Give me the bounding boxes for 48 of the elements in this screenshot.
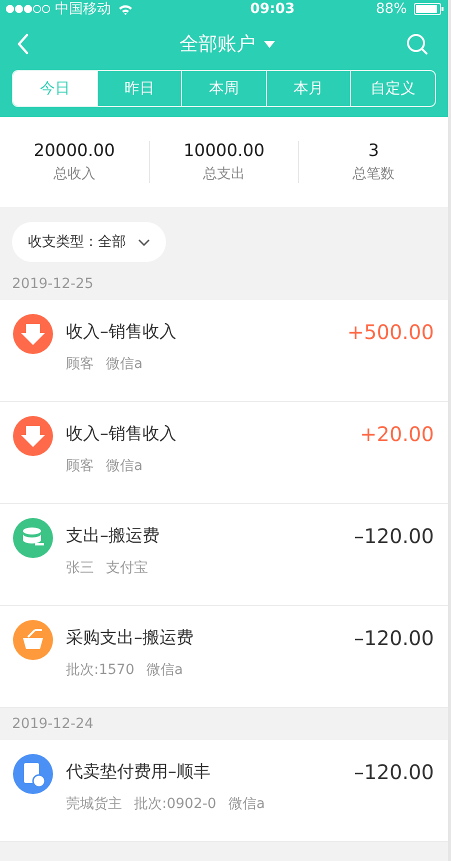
type-filter[interactable]: 收支类型：全部 xyxy=(12,222,166,262)
clock-time: 09:03 xyxy=(249,1,295,17)
transaction-title: 采购支出–搬运费 xyxy=(66,627,194,649)
transaction-detail: 微信a xyxy=(228,795,265,813)
transaction-item[interactable]: 收入–销售收入 顾客 微信a +500.00 xyxy=(0,300,448,402)
basket-icon xyxy=(13,620,53,660)
transaction-detail: 微信a xyxy=(146,661,183,679)
transaction-title: 收入–销售收入 xyxy=(66,423,178,445)
stat-label: 总笔数 xyxy=(352,165,395,183)
transaction-amount: –120.00 xyxy=(354,759,434,784)
stat-label: 总收入 xyxy=(53,165,96,183)
search-icon[interactable] xyxy=(406,33,428,55)
date-header: 2019-12-24 xyxy=(12,716,94,732)
battery-icon xyxy=(414,3,444,15)
date-header: 2019-12-25 xyxy=(12,276,94,292)
transaction-item[interactable]: 收入–销售收入 顾客 微信a +20.00 xyxy=(0,402,448,504)
transaction-detail: 微信a xyxy=(106,457,143,475)
transaction-detail: 莞城货主 xyxy=(66,795,122,813)
stat-value: 3 xyxy=(368,141,380,161)
back-icon[interactable] xyxy=(16,33,30,55)
transaction-item[interactable]: 支出–搬运费 张三 支付宝 –120.00 xyxy=(0,504,448,606)
transaction-detail: 批次:1570 xyxy=(66,661,134,679)
transaction-amount: –120.00 xyxy=(354,523,434,548)
coin-stack-icon xyxy=(13,518,53,558)
transaction-detail: 张三 xyxy=(66,559,94,577)
chevron-down-icon xyxy=(138,238,150,246)
transaction-item[interactable]: 采购支出–搬运费 批次:1570 微信a –120.00 xyxy=(0,606,448,708)
carrier-name: 中国移动 xyxy=(55,0,111,18)
transaction-amount: –120.00 xyxy=(354,625,434,650)
stat-value: 20000.00 xyxy=(34,141,115,161)
transaction-detail: 支付宝 xyxy=(106,559,148,577)
transaction-detail: 顾客 xyxy=(66,355,94,373)
receipt-icon xyxy=(13,754,53,794)
transaction-title: 收入–销售收入 xyxy=(66,321,178,343)
stat-value: 10000.00 xyxy=(183,141,265,161)
battery-percent: 88% xyxy=(376,1,407,17)
wifi-icon xyxy=(118,4,133,14)
transaction-amount: +500.00 xyxy=(347,319,434,344)
transaction-title: 支出–搬运费 xyxy=(66,525,160,547)
signal-icon xyxy=(6,4,50,14)
transaction-detail: 微信a xyxy=(106,355,143,373)
transaction-detail: 顾客 xyxy=(66,457,94,475)
transaction-amount: +20.00 xyxy=(360,421,434,446)
transaction-title: 代卖垫付费用–顺丰 xyxy=(66,761,212,783)
stat-label: 总支出 xyxy=(203,165,245,183)
transaction-item[interactable]: 代卖垫付费用–顺丰 莞城货主 批次:0902-0 微信a –120.00 xyxy=(0,740,448,842)
transaction-detail: 批次:0902-0 xyxy=(134,795,216,813)
caret-icon xyxy=(264,40,274,48)
